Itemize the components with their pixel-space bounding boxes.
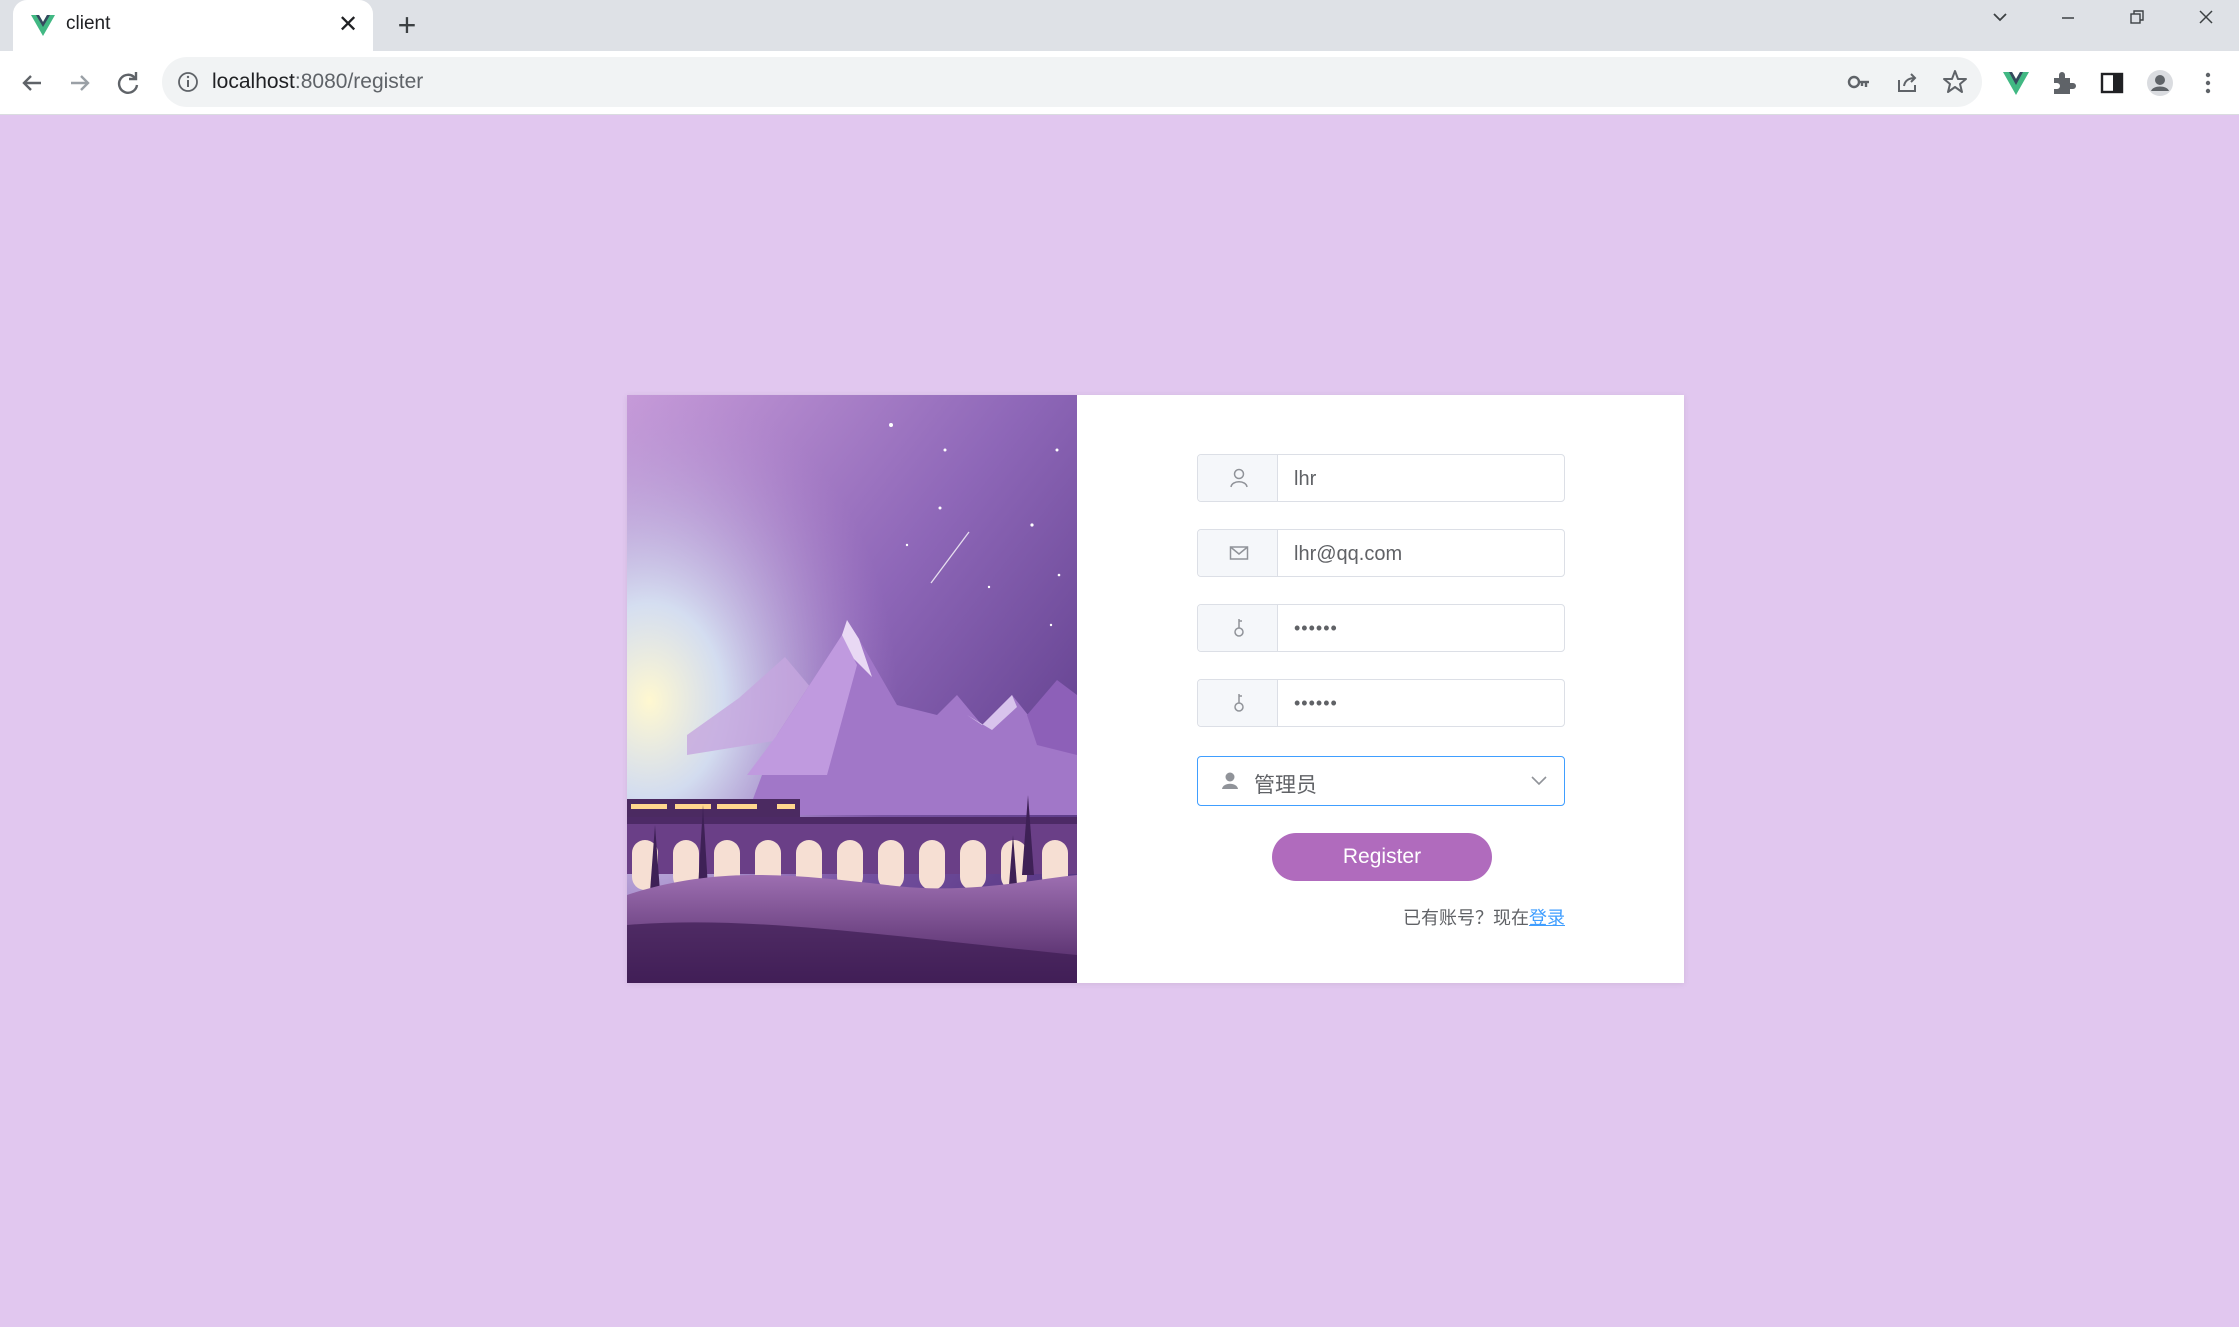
address-bar[interactable]: localhost:8080/register <box>162 57 1982 107</box>
password-value: •••••• <box>1294 618 1338 638</box>
user-icon <box>1230 468 1248 488</box>
tab-search-icon[interactable] <box>1980 6 2020 36</box>
vue-favicon-icon <box>31 15 55 36</box>
chevron-down-icon[interactable] <box>1530 773 1548 789</box>
browser-tab[interactable]: client ✕ <box>13 0 373 51</box>
share-icon[interactable] <box>1892 67 1922 97</box>
username-field[interactable]: lhr <box>1197 454 1565 502</box>
back-icon[interactable] <box>14 65 50 101</box>
login-hint: 已有账号？现在登录 <box>1077 904 1565 930</box>
forward-icon[interactable] <box>62 65 98 101</box>
login-link[interactable]: 登录 <box>1529 908 1565 928</box>
email-prefix <box>1198 530 1278 576</box>
reload-icon[interactable] <box>110 65 146 101</box>
close-window-icon[interactable] <box>2186 6 2226 36</box>
url-path: :8080/register <box>294 70 424 93</box>
side-panel-icon[interactable] <box>2096 67 2128 99</box>
star-icon[interactable] <box>1940 67 1970 97</box>
key-icon <box>1234 694 1244 712</box>
username-prefix <box>1198 455 1278 501</box>
info-icon[interactable] <box>176 70 200 94</box>
url-host: localhost <box>212 70 295 93</box>
register-card: lhr lhr@qq.com •••••• •••••• 管理员 Registe… <box>627 395 1684 983</box>
key-icon <box>1234 619 1244 637</box>
mountain-train-illustration <box>627 395 1077 983</box>
key-icon[interactable] <box>1844 67 1874 97</box>
password-prefix <box>1198 605 1278 651</box>
menu-icon[interactable] <box>2192 67 2224 99</box>
mail-icon <box>1229 546 1249 560</box>
minimize-icon[interactable] <box>2048 6 2088 36</box>
password-field[interactable]: •••••• <box>1197 604 1565 652</box>
register-form: lhr lhr@qq.com •••••• •••••• 管理员 Registe… <box>1077 395 1684 983</box>
tab-title: client <box>66 13 111 34</box>
username-value: lhr <box>1294 468 1317 490</box>
role-value: 管理员 <box>1254 774 1317 797</box>
browser-toolbar: localhost:8080/register <box>0 51 2239 115</box>
register-button[interactable]: Register <box>1272 833 1492 881</box>
login-hint-text: 已有账号？现在 <box>1403 908 1529 928</box>
browser-titlebar: client ✕ + <box>0 0 2239 51</box>
restore-icon[interactable] <box>2117 6 2157 36</box>
vue-devtools-icon[interactable] <box>2000 67 2032 99</box>
role-select[interactable]: 管理员 <box>1197 756 1565 806</box>
tab-close-icon[interactable]: ✕ <box>333 10 363 40</box>
email-field[interactable]: lhr@qq.com <box>1197 529 1565 577</box>
confirm-password-field[interactable]: •••••• <box>1197 679 1565 727</box>
confirm-password-value: •••••• <box>1294 693 1338 713</box>
url-text[interactable]: localhost:8080/register <box>212 70 423 94</box>
profile-icon[interactable] <box>2144 67 2176 99</box>
confirm-password-prefix <box>1198 680 1278 726</box>
extensions-icon[interactable] <box>2048 67 2080 99</box>
email-value: lhr@qq.com <box>1294 543 1403 565</box>
user-filled-icon <box>1222 772 1238 789</box>
new-tab-icon[interactable]: + <box>390 8 424 42</box>
